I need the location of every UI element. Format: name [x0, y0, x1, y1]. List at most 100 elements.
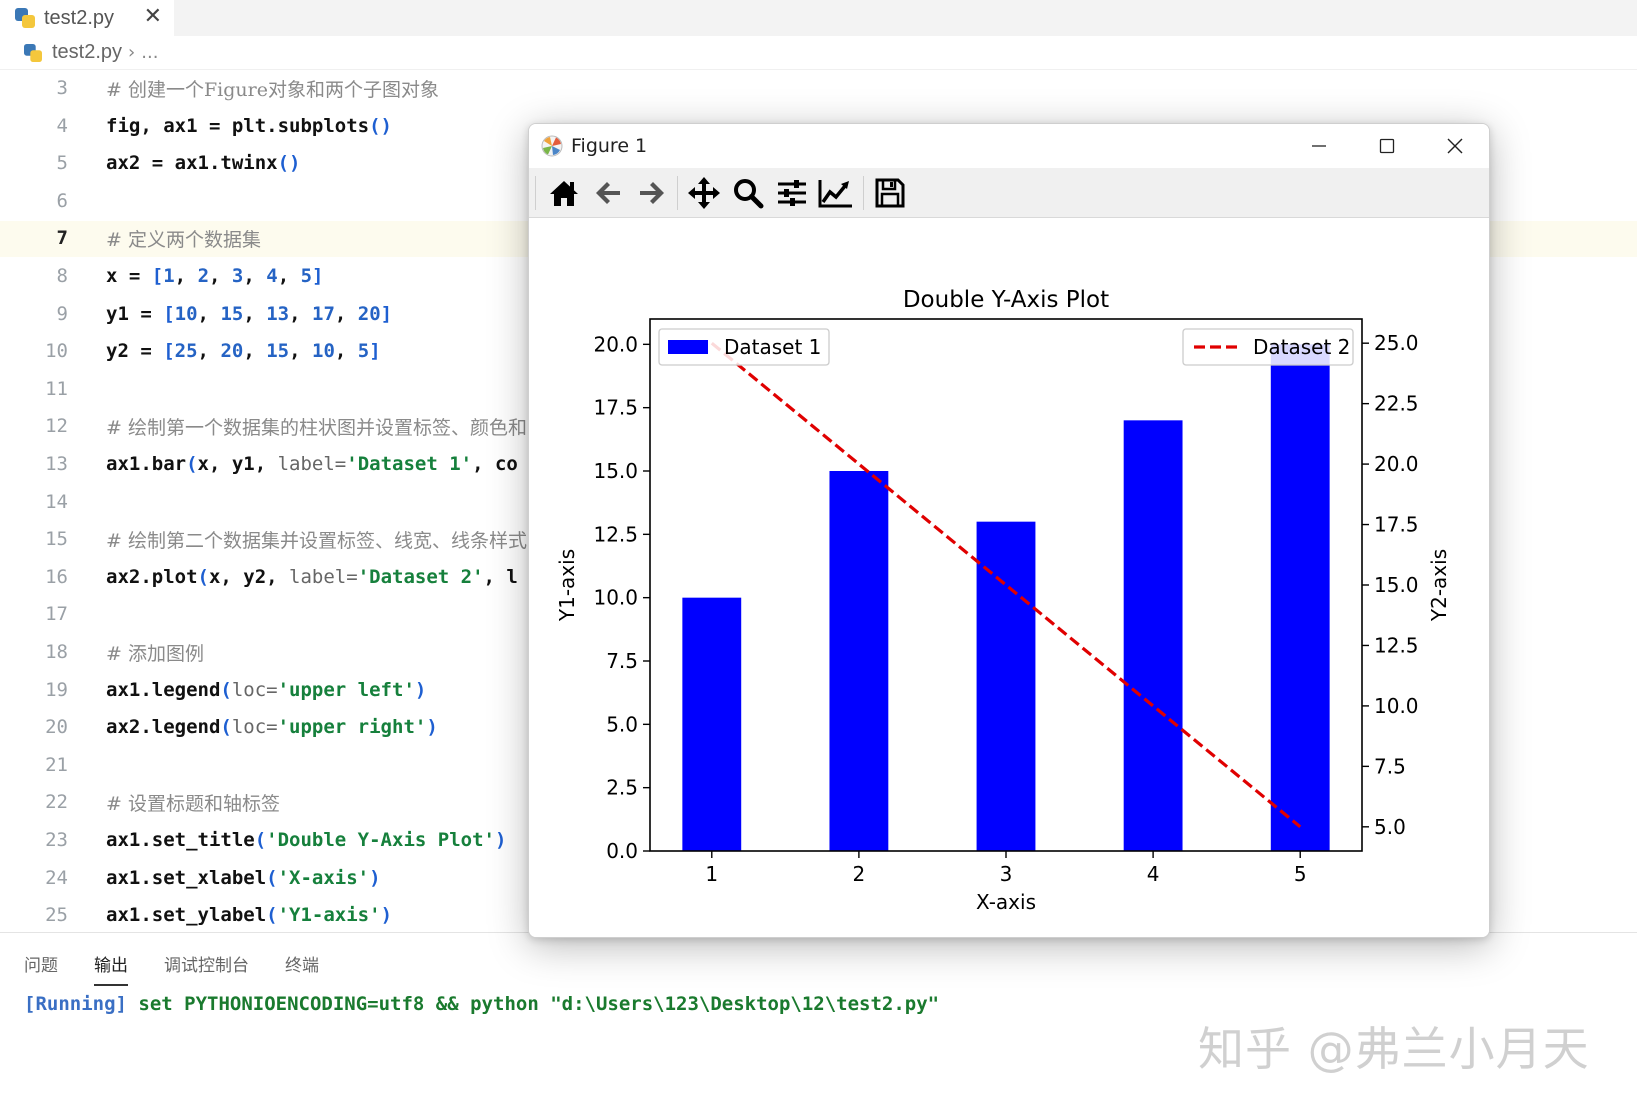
code-token: y1 = — [106, 302, 164, 325]
minimize-icon — [1312, 145, 1326, 147]
line-number: 11 — [45, 377, 68, 400]
code-token: x, y2, — [208, 565, 290, 588]
code-token: # 绘制第二个数据集并设置标签、线宽、线条样式 — [106, 529, 527, 552]
close-icon[interactable]: ✕ — [144, 2, 162, 32]
y2-tick-label: 12.5 — [1374, 633, 1419, 657]
code-text: ax1.legend(loc='upper left') — [106, 679, 426, 701]
y2-tick-label: 15.0 — [1374, 573, 1419, 597]
home-button[interactable] — [543, 173, 585, 213]
python-file-icon — [14, 7, 36, 29]
legend-label: Dataset 2 — [1253, 335, 1350, 359]
code-token: x, y1, — [197, 453, 278, 475]
code-text: ax1.bar(x, y1, label='Dataset 1', co — [106, 453, 518, 475]
code-token: ax1.set_title — [106, 829, 255, 851]
code-text: ax2 = ax1.twinx() — [106, 152, 300, 174]
output-console: [Running] set PYTHONIOENCODING=utf8 && p… — [24, 993, 939, 1015]
forward-button[interactable] — [631, 173, 673, 213]
code-token: 2 — [197, 265, 210, 287]
code-token: () — [369, 114, 392, 137]
line-number: 18 — [45, 641, 68, 663]
code-token: 'Dataset 2' — [357, 565, 484, 588]
code-token: ax1.bar — [106, 453, 187, 475]
code-token: 'upper right' — [277, 716, 427, 739]
code-token: 5 — [300, 265, 313, 287]
code-token: 20 — [357, 302, 381, 325]
toolbar-divider — [863, 176, 864, 210]
code-token: [ — [163, 340, 175, 363]
code-token: , — [197, 340, 221, 363]
code-token: ax2.legend — [106, 716, 221, 739]
configure-subplots-button[interactable] — [771, 173, 813, 213]
code-token: ( — [220, 678, 232, 701]
code-text: ax2.plot(x, y2, label='Dataset 2', l — [106, 566, 518, 588]
chart-bar — [976, 521, 1036, 851]
line-number: 19 — [45, 678, 68, 701]
maximize-icon — [1379, 138, 1395, 154]
toolbar-divider — [535, 176, 536, 210]
close-icon — [1447, 138, 1463, 154]
window-titlebar[interactable]: Figure 1 — [529, 124, 1489, 168]
figure-window[interactable]: Figure 1 0.0 2.5 5.0 7.5 10.0 12.5 15.0 … — [528, 123, 1490, 938]
line-number: 21 — [45, 753, 68, 776]
y-axis-label: Y1-axis — [555, 549, 579, 622]
code-token: , — [174, 265, 198, 287]
code-token: 10 — [312, 340, 335, 363]
code-text: ax2.legend(loc='upper right') — [106, 716, 438, 738]
y-tick-label: 15.0 — [593, 459, 638, 483]
tab-debug-console[interactable]: 调试控制台 — [164, 951, 249, 986]
code-text: y1 = [10, 15, 13, 17, 20] — [106, 303, 392, 325]
code-token: [ — [151, 265, 164, 287]
y-tick-label: 0.0 — [606, 839, 638, 863]
x-axis-label: X-axis — [976, 890, 1036, 914]
bottom-panel: 问题 输出 调试控制台 终端 [Running] set PYTHONIOENC… — [0, 932, 1637, 1120]
tab-test2-py[interactable]: test2.py ✕ — [0, 0, 174, 36]
code-token: () — [277, 152, 301, 175]
line-number: 17 — [45, 603, 68, 626]
breadcrumb-more[interactable]: ... — [141, 42, 158, 63]
code-token: , — [289, 302, 312, 325]
code-token: , l — [483, 565, 518, 588]
y2-tick-label: 17.5 — [1374, 513, 1419, 537]
save-button[interactable] — [869, 173, 911, 213]
back-button[interactable] — [587, 173, 629, 213]
code-token: 4 — [266, 265, 278, 287]
watermark: 知乎 @弗兰小月天 — [1198, 1022, 1590, 1076]
code-line[interactable]: 3 # 创建一个Figure对象和两个子图对象 — [0, 70, 1637, 106]
code-token: 'Dataset 1' — [346, 453, 473, 475]
minimize-button[interactable] — [1285, 124, 1353, 168]
code-token: [ — [163, 302, 175, 325]
y2-tick-label: 25.0 — [1374, 331, 1419, 355]
line-number: 24 — [45, 866, 68, 889]
double-axis-chart[interactable]: 0.0 2.5 5.0 7.5 10.0 12.5 15.0 17.5 20.0 5.0 7.5 10… — [529, 219, 1489, 937]
x-tick-label: 3 — [1000, 862, 1013, 886]
close-window-button[interactable] — [1421, 124, 1489, 168]
code-token: # 定义两个数据集 — [106, 228, 261, 251]
code-token: label= — [289, 565, 358, 588]
tab-terminal[interactable]: 终端 — [285, 951, 319, 986]
code-token: ) — [369, 866, 381, 889]
tab-output[interactable]: 输出 — [94, 951, 128, 986]
breadcrumb-file[interactable]: test2.py — [52, 41, 122, 64]
line-number: 23 — [45, 829, 68, 851]
line-number: 15 — [45, 528, 68, 551]
chart-title: Double Y-Axis Plot — [903, 287, 1109, 313]
code-token: , — [197, 302, 221, 325]
code-text: fig, ax1 = plt.subplots() — [106, 115, 392, 137]
line-number: 4 — [56, 114, 68, 137]
edit-axis-button[interactable] — [815, 173, 857, 213]
tab-problems[interactable]: 问题 — [24, 951, 58, 986]
code-token: # 添加图例 — [106, 642, 204, 665]
code-token: 'upper left' — [277, 678, 415, 701]
forward-icon — [640, 182, 664, 204]
code-comment: # 设置标题和轴标签 — [106, 789, 280, 816]
line-number: 13 — [45, 453, 68, 475]
zoom-button[interactable] — [727, 173, 769, 213]
line-number: 12 — [45, 415, 68, 438]
maximize-button[interactable] — [1353, 124, 1421, 168]
code-token: x = — [106, 265, 152, 287]
code-token: 15 — [266, 340, 290, 363]
code-token: ax2 = ax1.twinx — [106, 152, 278, 175]
pan-button[interactable] — [683, 173, 725, 213]
figure-canvas[interactable]: 0.0 2.5 5.0 7.5 10.0 12.5 15.0 17.5 20.0 5.0 7.5 10… — [529, 219, 1489, 937]
line-number: 14 — [45, 490, 68, 513]
